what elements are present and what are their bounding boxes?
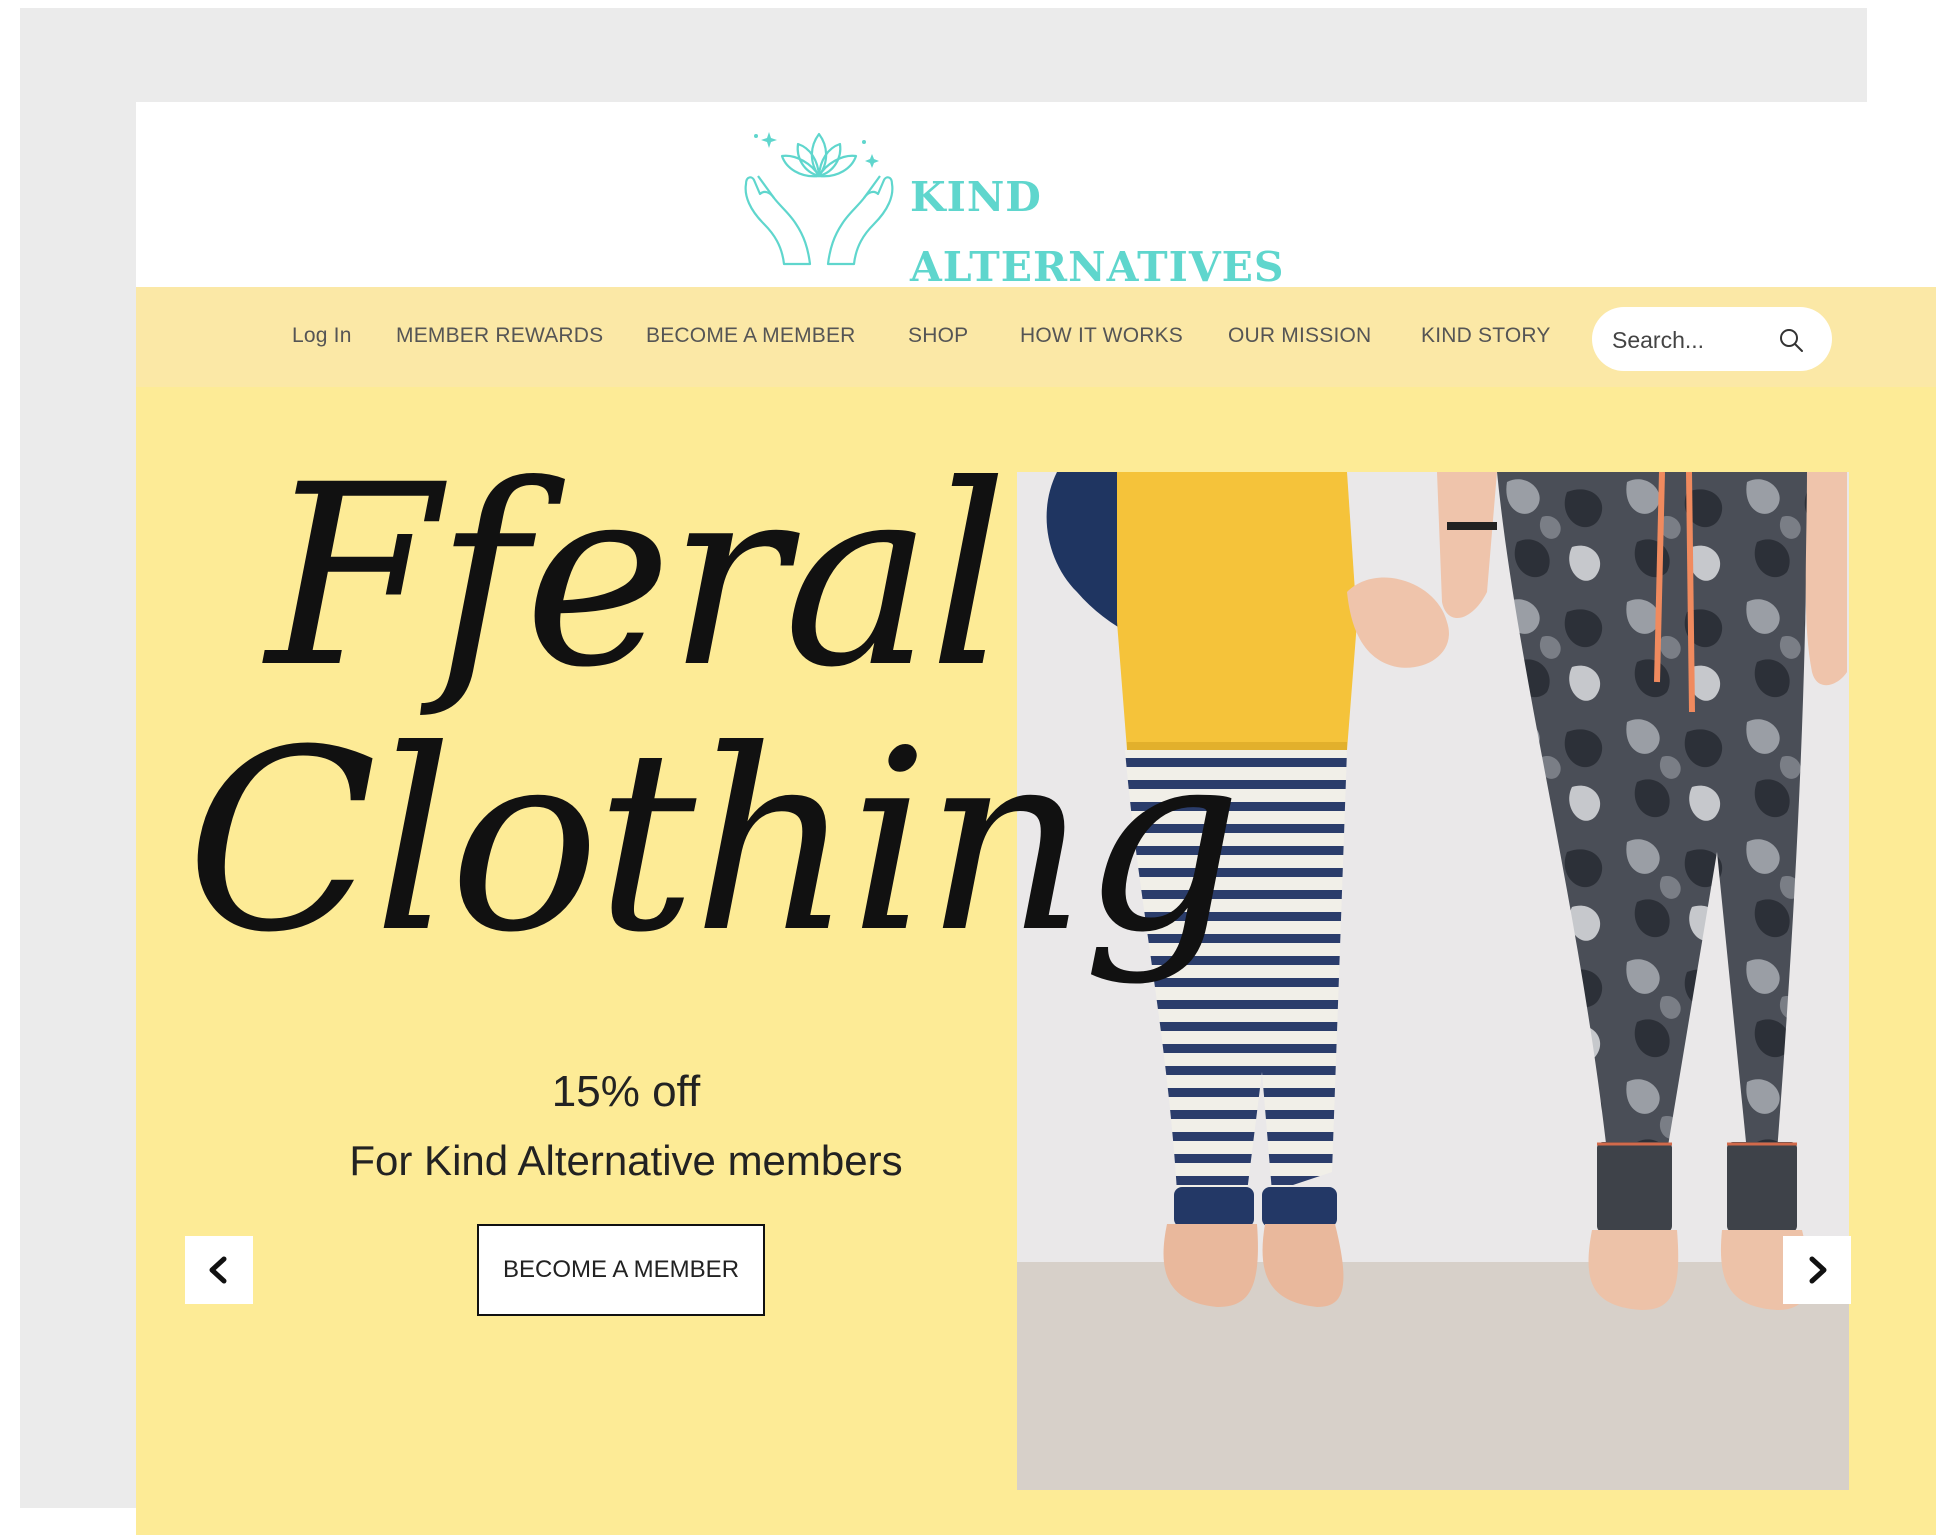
search-input[interactable] <box>1610 307 1774 373</box>
hero-slide: Fferal Clothing 15% off For Kind Alterna… <box>136 387 1936 1535</box>
headline-line-1: Fferal <box>266 431 1008 722</box>
become-member-button[interactable]: BECOME A MEMBER <box>477 1224 765 1316</box>
brand-wordmark: KIND ALTERNATIVES <box>910 162 1285 302</box>
brand-logo[interactable]: KIND ALTERNATIVES <box>734 114 1294 291</box>
nav-shop[interactable]: SHOP <box>908 324 968 348</box>
member-subtext: For Kind Alternative members <box>349 1137 903 1184</box>
carousel-prev-button[interactable] <box>185 1236 253 1304</box>
discount-text: 15% off <box>551 1067 701 1116</box>
nav-how-it-works[interactable]: HOW IT WORKS <box>1020 324 1183 348</box>
brand-line-1: KIND <box>910 173 1042 221</box>
main-nav: Log In MEMBER REWARDS BECOME A MEMBER SH… <box>136 287 1936 387</box>
nav-become-a-member[interactable]: BECOME A MEMBER <box>646 324 856 348</box>
chevron-left-icon <box>209 1256 227 1284</box>
nav-kind-story[interactable]: KIND STORY <box>1421 324 1551 348</box>
website-frame: KIND ALTERNATIVES Log In MEMBER REWARDS … <box>136 102 1936 1535</box>
headline-line-2: Clothing <box>186 696 1242 987</box>
nav-log-in[interactable]: Log In <box>292 324 352 348</box>
carousel-next-button[interactable] <box>1783 1236 1851 1304</box>
nav-member-rewards[interactable]: MEMBER REWARDS <box>396 324 603 348</box>
nav-our-mission[interactable]: OUR MISSION <box>1228 324 1371 348</box>
site-header: KIND ALTERNATIVES <box>136 102 1936 291</box>
chevron-right-icon <box>1809 1256 1827 1284</box>
search-box <box>1592 307 1832 373</box>
search-icon[interactable] <box>1778 327 1804 353</box>
lotus-hands-icon <box>744 132 894 266</box>
